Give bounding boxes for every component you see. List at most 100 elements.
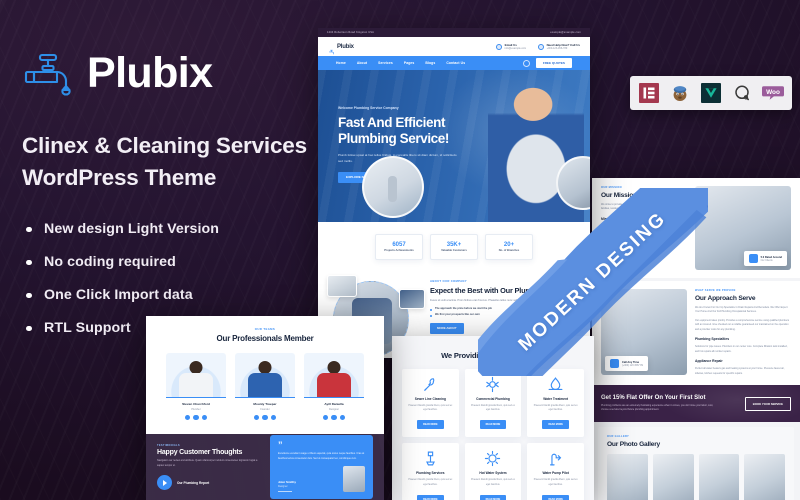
service-card[interactable]: Water Pump Pilot Praesent blandit gravid… [527,443,584,500]
mission-eyebrow: OUR MISSION [601,186,622,189]
contact-item: Need Help Now? Call Us +000-123-456-789 [538,43,580,50]
topbar-email: example@example.com [550,31,581,34]
facebook-icon[interactable] [184,414,191,421]
nav-item-about[interactable]: About [357,61,367,65]
book-service-button[interactable]: BOOK YOUR SERVICE [744,396,791,411]
gallery-section: OUR GALLERY Our Photo Gallery [598,427,794,500]
divider [278,490,292,493]
hero-banner: Welcome Plumbing Service Company Fast An… [318,70,590,222]
page-title: Clinex & Cleaning Services WordPress The… [22,133,307,190]
search-icon[interactable] [522,59,530,67]
brand: Plubix [22,46,330,100]
contact-item: Email Us info@example.com [496,43,526,50]
divider [166,397,226,399]
stat-label: Valuable Customers [441,249,467,253]
team-member[interactable]: Ayill Daniella Designer [304,353,364,421]
read-more-button[interactable]: READ MORE [417,494,444,500]
team-section: OUR TEAMS Our Professionals Member Steve… [146,316,384,434]
team-member[interactable]: Mounty Trueper Founder [235,353,295,421]
social-links[interactable] [235,414,295,421]
gallery-image[interactable] [698,453,740,500]
nav-item-services[interactable]: Services [378,61,393,65]
nav-item-blogs[interactable]: Blogs [425,61,435,65]
gallery-image[interactable] [744,453,785,500]
services-title: We Providing Quality Services [441,351,545,360]
service-card[interactable]: Commercial Plumbing Praesent blandit gra… [464,369,522,438]
instagram-icon[interactable] [201,414,208,421]
rating-badge: 5.0 Rated Around Our Clients [743,251,787,266]
worker-photo-chip [399,289,425,309]
right-column-mockup: OUR MISSION Our Mission & Vision We stri… [592,178,800,500]
free-quotes-button[interactable]: FREE QUOTES [535,58,572,68]
about-eyebrow: ABOUT OUR COMPANY [430,279,467,283]
mock-logo-text: Plubix [337,43,354,50]
gallery-image[interactable] [652,453,694,500]
twitter-icon[interactable] [331,414,337,421]
gallery-image[interactable] [607,453,648,500]
service-text: Praesent blandit gravida libero, quis se… [471,405,515,412]
badge-value: (+000) 123 4567 89 [622,363,643,367]
stat-card: 6057 Projects Achievements [375,234,423,260]
mock-topbar: 1234 Robertson Road Kingston USA example… [318,28,590,37]
member-name: Mounty Trueper [253,402,277,407]
approach-eyebrow: WHAT SERVE WE PROVIDE [695,289,736,292]
mock-header: Plubix Email Us info@example.com Need He… [318,37,590,56]
testimonial-paragraph: Navigation our review and attribute. Qua… [157,459,258,467]
member-name: Ayill Daniella [324,402,344,407]
stat-card: 35K+ Valuable Customers [430,234,478,260]
about-bullet: We first your prospects like our own [430,313,581,318]
service-text: Praesent blandit gravida libero, quis se… [533,479,578,486]
service-card[interactable]: Hot Water System Praesent blandit gravid… [464,443,522,500]
services-grid: Sewer Line Cleaning Praesent blandit gra… [402,369,584,500]
facebook-icon[interactable] [253,414,260,421]
mock-logo[interactable]: Plubix [328,43,354,55]
read-more-button[interactable]: READ MORE [479,494,507,500]
approach-section: Call Any Time (+000) 123 4567 89 WHAT SE… [592,281,800,385]
avatar [235,353,295,397]
contact-value: info@example.com [504,47,527,50]
read-more-button[interactable]: READ MORE [542,420,569,430]
member-name: Steven Churchford [182,402,210,407]
phone-icon [610,359,619,368]
service-card[interactable]: Sewer Line Cleaning Praesent blandit gra… [402,369,459,438]
read-more-button[interactable]: READ MORE [479,420,507,430]
elementor-icon [638,82,660,104]
mailchimp-icon [669,82,691,104]
mission-section: OUR MISSION Our Mission & Vision We stri… [592,178,800,278]
twitter-icon[interactable] [193,414,199,421]
read-more-button[interactable]: READ MORE [542,494,569,500]
team-member[interactable]: Steven Churchford Plumber [166,353,226,421]
hero-eyebrow: Welcome Plumbing Service Company [338,106,399,110]
social-links[interactable] [304,414,364,421]
nav-item-pages[interactable]: Pages [404,61,415,65]
service-card[interactable]: Plumbing Services Praesent blandit gravi… [402,443,459,500]
social-links[interactable] [166,414,226,421]
read-more-button[interactable]: READ MORE [417,420,444,430]
svg-text:Woo: Woo [766,89,780,96]
gallery-grid [607,453,785,500]
gallery-eyebrow: OUR GALLERY [607,435,630,439]
nav-item-contact[interactable]: Contact Us [446,61,465,65]
play-icon[interactable] [157,475,172,491]
offer-banner: Get 15% Flat Offer On Your First Slot Pl… [592,384,800,423]
instagram-icon[interactable] [270,414,277,421]
mission-paragraph-2: We strive to provide top quality plumbin… [601,224,681,233]
instagram-icon[interactable] [339,414,346,421]
nav-item-home[interactable]: Home [336,61,346,65]
service-text: Praesent blandit gravida libero, quis se… [471,479,515,486]
pipe-wrench-icon [422,376,439,393]
more-about-button[interactable]: MORE ABOUT [430,322,464,334]
pump-icon [547,450,564,467]
testimonial-section: TESTIMONIALS Happy Customer Thoughts Nav… [146,434,384,500]
team-eyebrow: OUR TEAMS [254,327,276,331]
author-name: Joler Smithy [278,479,297,484]
video-play-control[interactable]: Our Plumbing Report [157,475,261,491]
service-card[interactable]: Water Treatment Praesent blandit gravida… [527,369,584,438]
testimonial-title: Happy Customer Thoughts [157,449,243,457]
twitter-icon[interactable] [262,414,268,421]
faucet-tap-icon [22,46,76,100]
facebook-icon[interactable] [322,414,329,421]
service-text: Praesent blandit gravida libero, quis se… [533,405,578,412]
hero-title-line2: Plumbing Service! [338,131,449,147]
avatar [166,353,226,397]
